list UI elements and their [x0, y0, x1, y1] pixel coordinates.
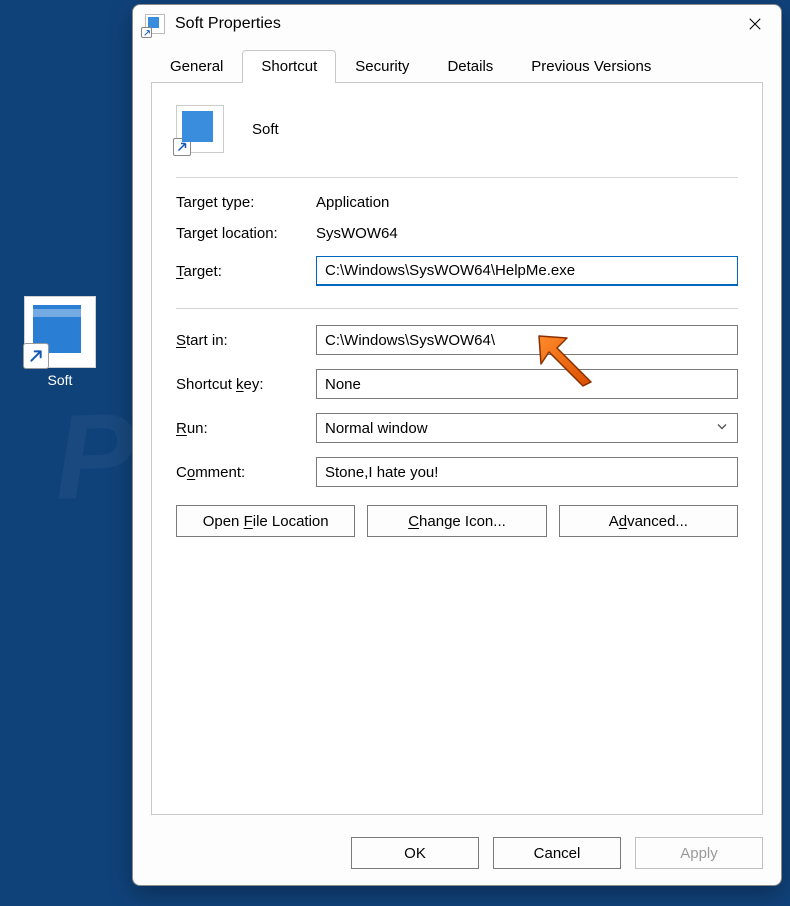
dialog-title: Soft Properties [175, 15, 281, 33]
tab-bar: General Shortcut Security Details Previo… [133, 43, 781, 82]
tab-previous-versions[interactable]: Previous Versions [512, 50, 670, 83]
close-icon [748, 17, 762, 31]
cancel-button[interactable]: Cancel [493, 837, 621, 869]
change-icon-button[interactable]: Change Icon... [367, 505, 546, 537]
advanced-button[interactable]: Advanced... [559, 505, 738, 537]
desktop-shortcut-soft[interactable]: Soft [14, 296, 106, 388]
ok-button[interactable]: OK [351, 837, 479, 869]
target-location-value: SysWOW64 [316, 225, 738, 242]
shortcut-name: Soft [252, 121, 279, 138]
desktop-shortcut-label: Soft [14, 372, 106, 388]
separator [176, 308, 738, 309]
target-location-label: Target location: [176, 225, 316, 242]
header-shortcut-icon [176, 105, 224, 153]
dialog-footer: OK Cancel Apply [133, 827, 781, 885]
run-select[interactable] [316, 413, 738, 443]
apply-button[interactable]: Apply [635, 837, 763, 869]
separator [176, 177, 738, 178]
close-button[interactable] [729, 5, 781, 43]
tab-details[interactable]: Details [428, 50, 512, 83]
start-in-input[interactable] [316, 325, 738, 355]
titlebar-shortcut-icon [145, 14, 165, 34]
tab-general[interactable]: General [151, 50, 242, 83]
properties-dialog: Soft Properties General Shortcut Securit… [132, 4, 782, 886]
shortcut-overlay-arrow-icon [23, 343, 49, 369]
shortcut-panel: Soft Target type: Application Target loc… [151, 82, 763, 815]
tab-shortcut[interactable]: Shortcut [242, 50, 336, 83]
shortcut-key-label: Shortcut key: [176, 376, 316, 393]
start-in-label: Start in: [176, 332, 316, 349]
run-label: Run: [176, 420, 316, 437]
open-file-location-button[interactable]: Open File Location [176, 505, 355, 537]
comment-label: Comment: [176, 464, 316, 481]
titlebar: Soft Properties [133, 5, 781, 43]
target-type-label: Target type: [176, 194, 316, 211]
tab-security[interactable]: Security [336, 50, 428, 83]
comment-input[interactable] [316, 457, 738, 487]
shortcut-icon [24, 296, 96, 368]
shortcut-key-input[interactable] [316, 369, 738, 399]
target-label: Target: [176, 263, 316, 280]
target-type-value: Application [316, 194, 738, 211]
target-input[interactable] [316, 256, 738, 286]
